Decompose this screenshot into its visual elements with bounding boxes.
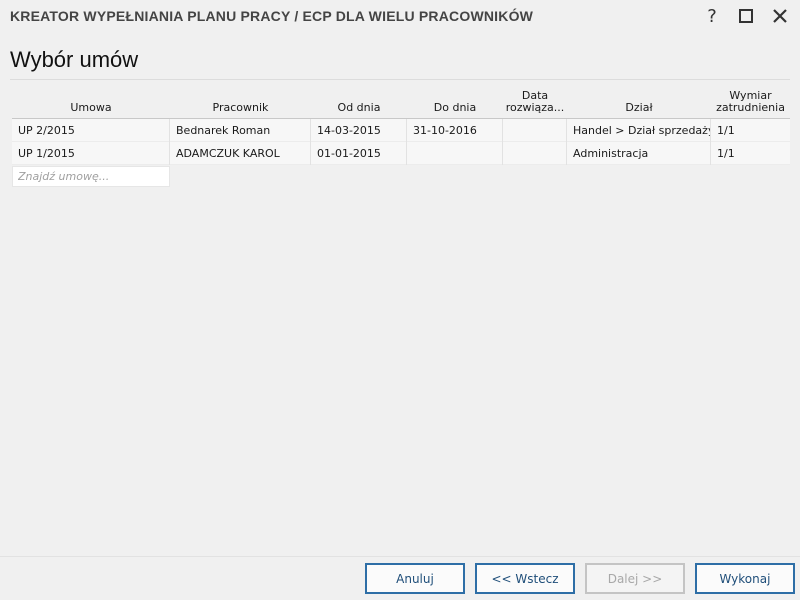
- column-header-od-dnia[interactable]: Od dnia: [311, 102, 407, 114]
- column-header-data-rozwiazania-line2: rozwiąza...: [505, 101, 565, 114]
- window-title: KREATOR WYPEŁNIANIA PLANU PRACY / ECP DL…: [10, 8, 534, 24]
- cell-do-dnia: 31-10-2016: [407, 119, 503, 142]
- search-contract-input[interactable]: [12, 166, 170, 187]
- maximize-icon[interactable]: [734, 4, 758, 28]
- contracts-grid: Umowa Pracownik Od dnia Do dnia Data roz…: [12, 86, 790, 165]
- column-header-pracownik[interactable]: Pracownik: [170, 102, 311, 114]
- column-header-umowa[interactable]: Umowa: [12, 102, 170, 114]
- back-button[interactable]: << Wstecz: [475, 563, 575, 594]
- table-row[interactable]: UP 1/2015 ADAMCZUK KAROL 01-01-2015 Admi…: [12, 142, 790, 165]
- title-divider: [10, 79, 790, 80]
- cell-umowa: UP 2/2015: [12, 119, 170, 142]
- cancel-button[interactable]: Anuluj: [365, 563, 465, 594]
- cell-umowa: UP 1/2015: [12, 142, 170, 165]
- cell-pracownik: ADAMCZUK KAROL: [170, 142, 311, 165]
- cell-data-rozwiazania: [503, 142, 567, 165]
- cell-wymiar: 1/1: [717, 124, 735, 137]
- title-bar: KREATOR WYPEŁNIANIA PLANU PRACY / ECP DL…: [0, 0, 800, 32]
- column-header-do-dnia[interactable]: Do dnia: [407, 102, 503, 114]
- cell-data-rozwiazania: [503, 119, 567, 142]
- column-header-wymiar[interactable]: Wymiar zatrudnienia: [711, 90, 790, 114]
- cell-wymiar: 1/1: [717, 147, 735, 160]
- grid-header: Umowa Pracownik Od dnia Do dnia Data roz…: [12, 86, 790, 119]
- cell-dzial: Handel > Dział sprzedaży: [567, 119, 711, 142]
- close-icon[interactable]: [768, 4, 792, 28]
- execute-button[interactable]: Wykonaj: [695, 563, 795, 594]
- table-row[interactable]: UP 2/2015 Bednarek Roman 14-03-2015 31-1…: [12, 119, 790, 142]
- page-title: Wybór umów: [10, 47, 139, 72]
- cell-od-dnia: 14-03-2015: [311, 119, 407, 142]
- column-header-dzial[interactable]: Dział: [567, 102, 711, 114]
- column-header-data-rozwiazania[interactable]: Data rozwiąza...: [503, 90, 567, 114]
- cell-od-dnia: 01-01-2015: [311, 142, 407, 165]
- cell-dzial: Administracja: [567, 142, 711, 165]
- cell-do-dnia: [407, 142, 503, 165]
- footer-divider: [0, 556, 800, 557]
- cell-pracownik: Bednarek Roman: [170, 119, 311, 142]
- column-header-wymiar-line2: zatrudnienia: [716, 101, 785, 114]
- help-icon[interactable]: ?: [700, 4, 724, 28]
- next-button[interactable]: Dalej >>: [585, 563, 685, 594]
